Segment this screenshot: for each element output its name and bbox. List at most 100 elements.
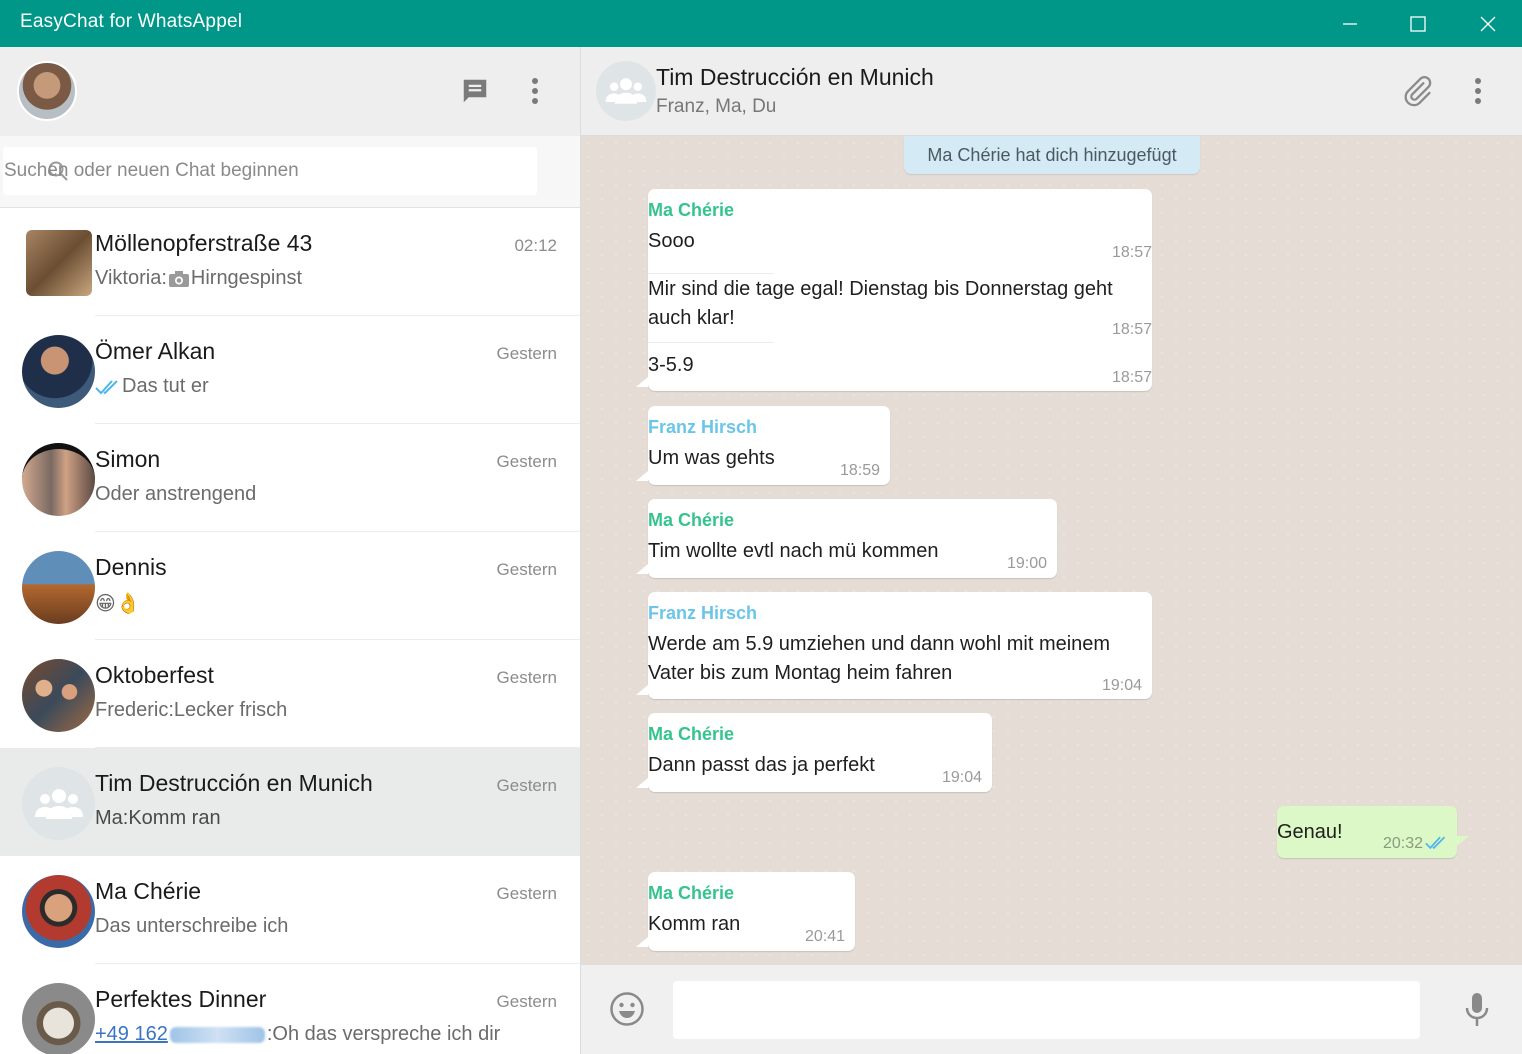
sidebar-menu-button[interactable] (517, 73, 553, 109)
chat-time: Gestern (496, 344, 557, 363)
message-text: Komm ran (648, 913, 741, 935)
chat-name: Ma Chérie (95, 878, 202, 904)
more-vertical-icon (532, 78, 538, 104)
chat-name: Tim Destrucción en Munich (95, 770, 373, 796)
sidebar: Möllenopferstraße 43 02:12 Viktoria: Hir… (0, 47, 581, 1054)
chat-name: Oktoberfest (95, 662, 214, 688)
message-sender: Ma Chérie (648, 200, 735, 220)
message-sender: Ma Chérie (648, 883, 735, 903)
emoji-button[interactable] (609, 991, 645, 1032)
chat-avatar (22, 875, 95, 948)
close-icon (1480, 16, 1496, 31)
message-text: Tim wollte evtl nach mü kommen (648, 540, 939, 562)
chat-name: Dennis (95, 554, 167, 580)
window-title: EasyChat for WhatsAppel (20, 11, 243, 32)
conversation-menu-button[interactable] (1460, 73, 1496, 109)
redacted-number (169, 1026, 265, 1043)
minimize-button[interactable] (1316, 0, 1384, 47)
message-sender: Ma Chérie (648, 724, 735, 744)
new-chat-button[interactable] (457, 73, 493, 109)
chat-preview-text: Hirngespinst (190, 267, 303, 289)
chat-list-item[interactable]: Möllenopferstraße 43 02:12 Viktoria: Hir… (0, 208, 580, 316)
chat-preview: Das unterschreibe ich (95, 915, 288, 938)
message-bubble[interactable]: Franz Hirsch Werde am 5.9 umziehen und d… (636, 592, 1152, 699)
chat-time: Gestern (496, 884, 557, 903)
chat-preview-text: Frederic:Lecker frisch (95, 699, 288, 721)
message-time: 20:41 (804, 928, 845, 945)
chat-list-item[interactable]: Oktoberfest Gestern Frederic:Lecker fris… (0, 640, 580, 748)
chat-preview-text: Ma:Komm ran (95, 807, 221, 829)
message-area[interactable]: Ma Chérie hat dich hinzugefügt Ma Chérie… (581, 136, 1522, 965)
profile-avatar[interactable] (17, 61, 77, 121)
attach-button[interactable] (1399, 73, 1435, 109)
chat-list-item[interactable]: Dennis Gestern 😁👌 (0, 532, 580, 640)
paperclip-icon (1404, 76, 1432, 107)
message-text: Genau! (1277, 821, 1343, 843)
chat-preview: Viktoria: Hirngespinst (95, 267, 302, 290)
chat-avatar (22, 443, 95, 516)
message-text: Mir sind die tage egal! Dienstag bis Don… (648, 278, 1113, 329)
message-text: Sooo (648, 230, 695, 252)
chat-preview: Frederic:Lecker frisch (95, 699, 287, 722)
double-check-icon (1425, 836, 1446, 850)
message-bubble[interactable]: Ma Chérie Komm ran 20:41 (636, 872, 855, 951)
chat-time: Gestern (496, 776, 557, 795)
message-time: 18:57 (1111, 321, 1152, 338)
chat-list-item[interactable]: Simon Gestern Oder anstrengend (0, 424, 580, 532)
chat-preview-text: Oder anstrengend (95, 483, 257, 505)
message-bubble[interactable]: Franz Hirsch Um was gehts 18:59 (636, 406, 890, 485)
chat-list-item[interactable]: Ma Chérie Gestern Das unterschreibe ich (0, 856, 580, 964)
message-bubble[interactable]: Ma Chérie Dann passt das ja perfekt 19:0… (636, 713, 992, 792)
chat-preview-text: :Oh das verspreche ich dir (266, 1023, 501, 1045)
chat-preview-text: 😁👌 (95, 593, 141, 615)
message-text: Dann passt das ja perfekt (648, 754, 875, 776)
search-input[interactable] (3, 147, 537, 195)
chat-list-item[interactable]: Perfektes Dinner Gestern +49 162 :Oh das… (0, 964, 580, 1054)
message-time: 20:32 (1382, 835, 1423, 852)
chat-preview: 😁👌 (95, 591, 141, 616)
composer (581, 965, 1522, 1054)
divider (648, 273, 774, 274)
chat-list: Möllenopferstraße 43 02:12 Viktoria: Hir… (0, 208, 580, 1054)
close-button[interactable] (1454, 0, 1522, 47)
message-sender: Ma Chérie (648, 510, 735, 530)
chat-avatar (22, 983, 95, 1054)
conversation-header[interactable]: Tim Destrucción en Munich Franz, Ma, Du (581, 47, 1522, 136)
chat-preview-text: Das tut er (122, 375, 209, 397)
chat-avatar (22, 659, 95, 732)
chat-preview-text: Das unterschreibe ich (95, 915, 289, 937)
search-box (3, 147, 537, 195)
message-text: Um was gehts (648, 447, 775, 469)
message-text: Werde am 5.9 umziehen und dann wohl mit … (648, 633, 1111, 684)
divider (648, 342, 774, 343)
chat-list-item-active[interactable]: Tim Destrucción en Munich Gestern Ma:Kom… (0, 748, 580, 856)
chat-time: 02:12 (514, 236, 557, 255)
chat-list-item[interactable]: Ömer Alkan Gestern Das tut er (0, 316, 580, 424)
message-bubble[interactable]: Ma Chérie Sooo 18:57 Mir sind die tage e… (636, 189, 1152, 391)
camera-icon (168, 270, 189, 287)
chat-name: Simon (95, 446, 161, 472)
message-input[interactable] (673, 981, 1420, 1039)
message-time: 19:00 (1006, 555, 1047, 572)
chat-time: Gestern (496, 668, 557, 687)
microphone-button[interactable] (1464, 991, 1490, 1034)
chat-time: Gestern (496, 452, 557, 471)
message-bubble-outgoing[interactable]: Genau! 20:32 (1277, 806, 1469, 858)
chat-avatar (26, 230, 92, 296)
maximize-button[interactable] (1384, 0, 1452, 47)
chat-preview: Ma:Komm ran (95, 807, 221, 830)
message-time: 18:57 (1111, 244, 1152, 261)
phone-number-link[interactable]: +49 162 (95, 1023, 168, 1046)
smiley-icon (610, 992, 644, 1026)
conversation-title: Tim Destrucción en Munich (656, 64, 934, 90)
chat-name: Perfektes Dinner (95, 986, 267, 1012)
group-avatar[interactable] (596, 61, 656, 121)
chat-preview: Das tut er (95, 375, 209, 398)
more-vertical-icon (1475, 78, 1481, 104)
message-sender: Franz Hirsch (648, 417, 758, 437)
chat-name: Möllenopferstraße 43 (95, 230, 313, 256)
double-check-icon (95, 379, 118, 394)
message-bubble[interactable]: Ma Chérie Tim wollte evtl nach mü kommen… (636, 499, 1057, 578)
chat-bubble-icon (463, 79, 487, 103)
title-bar: EasyChat for WhatsAppel (0, 0, 1522, 47)
